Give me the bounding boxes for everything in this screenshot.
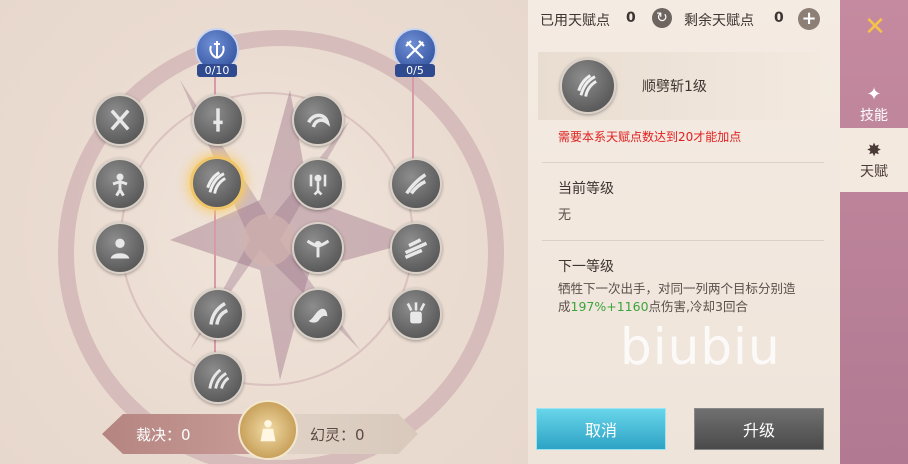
knight-emblem-icon xyxy=(260,420,276,442)
class-medal[interactable] xyxy=(238,400,298,460)
damage-highlight: 197%+1160 xyxy=(570,299,649,314)
next-level-desc-line1: 牺牲下一次出手，对同一列两个目标分别造 xyxy=(558,281,796,296)
watermark: biubiu xyxy=(620,318,781,376)
requirement-text: 需要本系天赋点数达到20才能加点 xyxy=(558,130,742,144)
skill-node[interactable] xyxy=(292,222,344,274)
claw-slash-icon xyxy=(577,74,597,97)
connector-line xyxy=(214,210,216,364)
dragon-icon xyxy=(308,308,328,323)
phantom-points: 幻灵：0 xyxy=(278,414,418,454)
master-count: 0/10 xyxy=(197,64,237,77)
desc-suffix: 点伤害,冷却3回合 xyxy=(648,299,748,314)
double-slash-icon xyxy=(209,301,229,325)
skill-node[interactable] xyxy=(94,222,146,274)
selected-skill-icon xyxy=(560,58,616,114)
wreath-sword-icon xyxy=(209,41,225,59)
side-tabs: ✕ ✦ 技能 ✸ 天赋 xyxy=(840,0,908,464)
divider xyxy=(542,240,824,241)
claw-slash-icon xyxy=(206,171,226,194)
bust-figure-icon xyxy=(110,238,130,259)
sword-icon xyxy=(213,108,223,132)
desc-prefix: 成 xyxy=(558,299,571,314)
triple-slash-icon xyxy=(208,368,230,389)
star-compass-decor xyxy=(170,80,420,380)
skill-node[interactable] xyxy=(390,222,442,274)
used-points-label: 已用天赋点 xyxy=(540,13,610,29)
tab-label: 技能 xyxy=(860,107,888,124)
crossed-blades-icon xyxy=(110,109,130,131)
remaining-points-value: 0 xyxy=(774,10,784,26)
reset-icon[interactable]: ↻ xyxy=(652,8,672,28)
used-points-value: 0 xyxy=(626,10,636,26)
skill-node[interactable] xyxy=(192,288,244,340)
wing-slash-icon xyxy=(405,173,427,195)
wing-guardian-icon xyxy=(306,239,330,258)
tab-label: 天赋 xyxy=(860,163,888,180)
tentacle-figure-icon xyxy=(309,174,327,196)
judge-points: 裁决：0 xyxy=(102,414,252,454)
skill-node[interactable] xyxy=(390,288,442,340)
skill-node[interactable] xyxy=(292,158,344,210)
crossed-swords-icon xyxy=(405,40,425,59)
swirl-slash-icon xyxy=(307,113,331,128)
next-level-desc-line2: 成197%+1160点伤害,冷却3回合 xyxy=(558,296,748,315)
detail-area: 已用天赋点 0 ↻ 剩余天赋点 0 + 顺劈斩1级 需要本系天赋点数达到20才能… xyxy=(528,0,840,464)
skill-node[interactable] xyxy=(94,94,146,146)
tab-talent[interactable]: ✸ 天赋 xyxy=(840,128,908,192)
current-level-value: 无 xyxy=(558,208,572,223)
talent-panel: 0/10 0/5 裁决：0 幻灵：0 已用天赋点 0 ↻ 剩余天赋点 0 + 顺… xyxy=(0,0,840,464)
remaining-points-label: 剩余天赋点 xyxy=(684,13,754,29)
skill-card: 顺劈斩1级 xyxy=(538,52,820,120)
skill-node[interactable] xyxy=(390,158,442,210)
close-icon[interactable]: ✕ xyxy=(862,14,888,40)
skill-node[interactable] xyxy=(192,352,244,404)
skill-node[interactable] xyxy=(192,94,244,146)
cancel-button[interactable]: 取消 xyxy=(536,408,666,450)
talent-tree-area: 0/10 0/5 裁决：0 幻灵：0 xyxy=(0,0,528,464)
skill-node[interactable] xyxy=(94,158,146,210)
master-count: 0/5 xyxy=(395,64,435,77)
skill-tab-icon: ✦ xyxy=(866,83,882,105)
add-points-icon[interactable]: + xyxy=(798,8,820,30)
skill-node[interactable] xyxy=(292,94,344,146)
tab-skill[interactable]: ✦ 技能 xyxy=(840,72,908,136)
next-level-label: 下一等级 xyxy=(558,259,614,275)
fist-blades-icon xyxy=(406,302,426,324)
upgrade-button[interactable]: 升级 xyxy=(694,408,824,450)
divider xyxy=(542,162,824,163)
talent-tab-icon: ✸ xyxy=(866,139,882,161)
dash-slash-icon xyxy=(404,238,428,259)
current-level-label: 当前等级 xyxy=(558,181,614,197)
skill-node-selected[interactable] xyxy=(190,156,244,210)
skill-name: 顺劈斩1级 xyxy=(642,79,707,95)
figure-burst-icon xyxy=(112,173,128,197)
skill-node[interactable] xyxy=(292,288,344,340)
